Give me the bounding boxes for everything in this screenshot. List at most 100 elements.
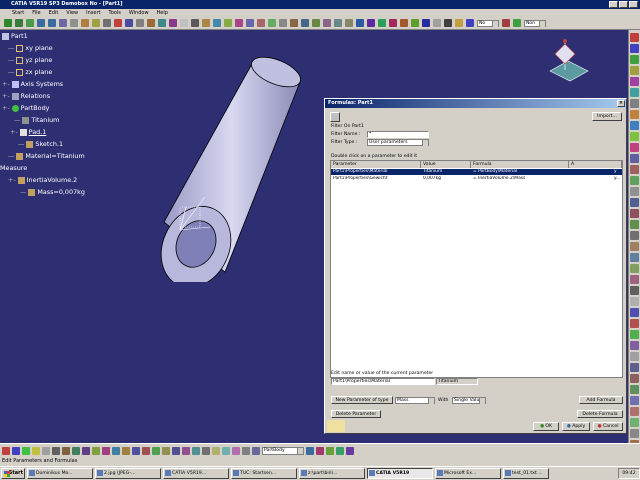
right-toolbar-tool-icon[interactable] <box>630 110 639 119</box>
menu-help[interactable]: Help <box>157 10 168 16</box>
edit-name-input[interactable]: Part1\Properties\Material <box>331 378 435 385</box>
tree-item-yz-plane[interactable]: — yz plane <box>8 56 52 64</box>
right-toolbar-tool-icon[interactable] <box>630 88 639 97</box>
update-all-icon[interactable] <box>306 446 314 455</box>
right-toolbar-tool-icon[interactable] <box>630 319 639 328</box>
tree-root[interactable]: Part1 <box>2 32 28 40</box>
with-value-select[interactable]: Single Value <box>452 397 486 404</box>
cancel-button[interactable]: ● Cancel <box>593 422 623 431</box>
rotate-icon[interactable] <box>26 19 34 27</box>
taskbar-item-active[interactable]: CATIA V5R19 <box>367 468 433 479</box>
delete-formula-button[interactable]: Delete Formula <box>577 410 623 418</box>
quick-select-icon[interactable] <box>326 446 334 455</box>
swap-icon[interactable] <box>92 19 100 27</box>
turn-head-icon[interactable] <box>52 446 60 455</box>
fillet-icon[interactable] <box>246 19 254 27</box>
shading-icon[interactable] <box>103 19 111 27</box>
properties-icon[interactable] <box>82 446 90 455</box>
right-toolbar-tool-icon[interactable] <box>630 77 639 86</box>
system-tray-clock[interactable]: 09:42 <box>618 468 640 479</box>
column-header-formula[interactable]: Formula <box>471 161 569 168</box>
fillet-options-icon[interactable] <box>279 19 287 27</box>
parameter-type-select[interactable]: Mass <box>395 397 435 404</box>
look-at-icon[interactable] <box>42 446 50 455</box>
tree-item-material-param[interactable]: — Material=Titanium <box>8 152 85 160</box>
right-toolbar-tool-icon[interactable] <box>630 176 639 185</box>
table-row[interactable]: Part1\Properties\Material Titanium = Par… <box>331 169 622 175</box>
tree-item-axis-systems[interactable]: +- Axis Systems <box>2 80 63 88</box>
light-icon[interactable] <box>455 19 463 27</box>
fit-all-icon[interactable] <box>125 19 133 27</box>
compass-icon[interactable] <box>540 36 590 86</box>
right-toolbar-tool-icon[interactable] <box>630 198 639 207</box>
delete-icon[interactable] <box>142 446 150 455</box>
right-toolbar-tool-icon[interactable] <box>630 407 639 416</box>
edit-value-input[interactable]: Titanium <box>436 378 478 385</box>
right-toolbar-tool-icon[interactable] <box>630 209 639 218</box>
import-button[interactable]: Import... <box>592 112 622 121</box>
right-toolbar-tool-icon[interactable] <box>630 264 639 273</box>
define-icon[interactable] <box>132 446 140 455</box>
right-toolbar-tool-icon[interactable] <box>630 66 639 75</box>
tree-item-titanium[interactable]: — Titanium <box>14 116 59 124</box>
add-formula-button[interactable]: Add Formula <box>579 396 623 404</box>
right-toolbar-tool-icon[interactable] <box>630 165 639 174</box>
analysis-icon[interactable] <box>180 19 188 27</box>
group-icon[interactable] <box>513 19 521 27</box>
right-toolbar-tool-icon[interactable] <box>630 385 639 394</box>
shaft-icon[interactable] <box>224 19 232 27</box>
zoom-select[interactable]: No <box>477 19 499 27</box>
right-toolbar-tool-icon[interactable] <box>630 308 639 317</box>
draft-icon[interactable] <box>222 446 230 455</box>
pan-icon[interactable] <box>15 19 23 27</box>
perspective-icon[interactable] <box>444 19 452 27</box>
apply-material-icon[interactable] <box>502 19 510 27</box>
pad-icon[interactable] <box>202 19 210 27</box>
right-toolbar-tool-icon[interactable] <box>630 275 639 284</box>
measure-item-icon[interactable] <box>172 446 180 455</box>
taskbar-item[interactable]: z:\part\bin\... <box>299 468 365 479</box>
redo-icon[interactable] <box>122 446 130 455</box>
sketch-icon[interactable] <box>191 19 199 27</box>
tree-item-inertiavolume[interactable]: +- InertiaVolume.2 <box>8 176 77 184</box>
zoom-in-icon[interactable] <box>37 19 45 27</box>
menu-file[interactable]: File <box>32 10 40 16</box>
tree-item-mass[interactable]: — Mass=0,007kg <box>20 188 85 196</box>
select-icon[interactable] <box>12 446 20 455</box>
material-icon[interactable] <box>147 19 155 27</box>
right-toolbar-tool-icon[interactable] <box>630 220 639 229</box>
right-toolbar-tool-icon[interactable] <box>630 396 639 405</box>
curve-icon[interactable] <box>345 19 353 27</box>
measure-icon[interactable] <box>158 19 166 27</box>
menu-edit[interactable]: Edit <box>49 10 59 16</box>
manual-update-icon[interactable] <box>316 446 324 455</box>
right-toolbar-tool-icon[interactable] <box>630 286 639 295</box>
apply-button[interactable]: ● Apply <box>562 422 590 431</box>
menu-insert[interactable]: Insert <box>86 10 100 16</box>
search-icon[interactable] <box>336 446 344 455</box>
right-toolbar-tool-icon[interactable] <box>630 99 639 108</box>
stiffener-icon[interactable] <box>242 446 250 455</box>
table-icon[interactable] <box>411 19 419 27</box>
pocket-icon[interactable] <box>213 19 221 27</box>
line-icon[interactable] <box>334 19 342 27</box>
measure-between-icon[interactable] <box>162 446 170 455</box>
delete-parameter-button[interactable]: Delete Parameter <box>331 410 381 418</box>
right-toolbar-tool-icon[interactable] <box>630 341 639 350</box>
zoom-out-icon[interactable] <box>48 19 56 27</box>
paste-icon[interactable] <box>102 446 110 455</box>
taskbar-item[interactable]: test_01.txt ... <box>503 468 549 479</box>
snap-icon[interactable] <box>22 446 30 455</box>
right-toolbar-tool-icon[interactable] <box>630 418 639 427</box>
dialog-close-button[interactable]: × <box>617 100 625 107</box>
right-toolbar-tool-icon[interactable] <box>630 330 639 339</box>
reaction-icon[interactable] <box>378 19 386 27</box>
thread-icon[interactable] <box>212 446 220 455</box>
tree-item-measure[interactable]: Measure <box>0 164 27 172</box>
column-header-parameter[interactable]: Parameter <box>331 161 421 168</box>
right-toolbar-tool-icon[interactable] <box>630 363 639 372</box>
compass-toggle-icon[interactable] <box>72 446 80 455</box>
new-parameter-button[interactable]: New Parameter of type <box>331 396 393 404</box>
law-icon[interactable] <box>400 19 408 27</box>
update-icon[interactable] <box>114 19 122 27</box>
